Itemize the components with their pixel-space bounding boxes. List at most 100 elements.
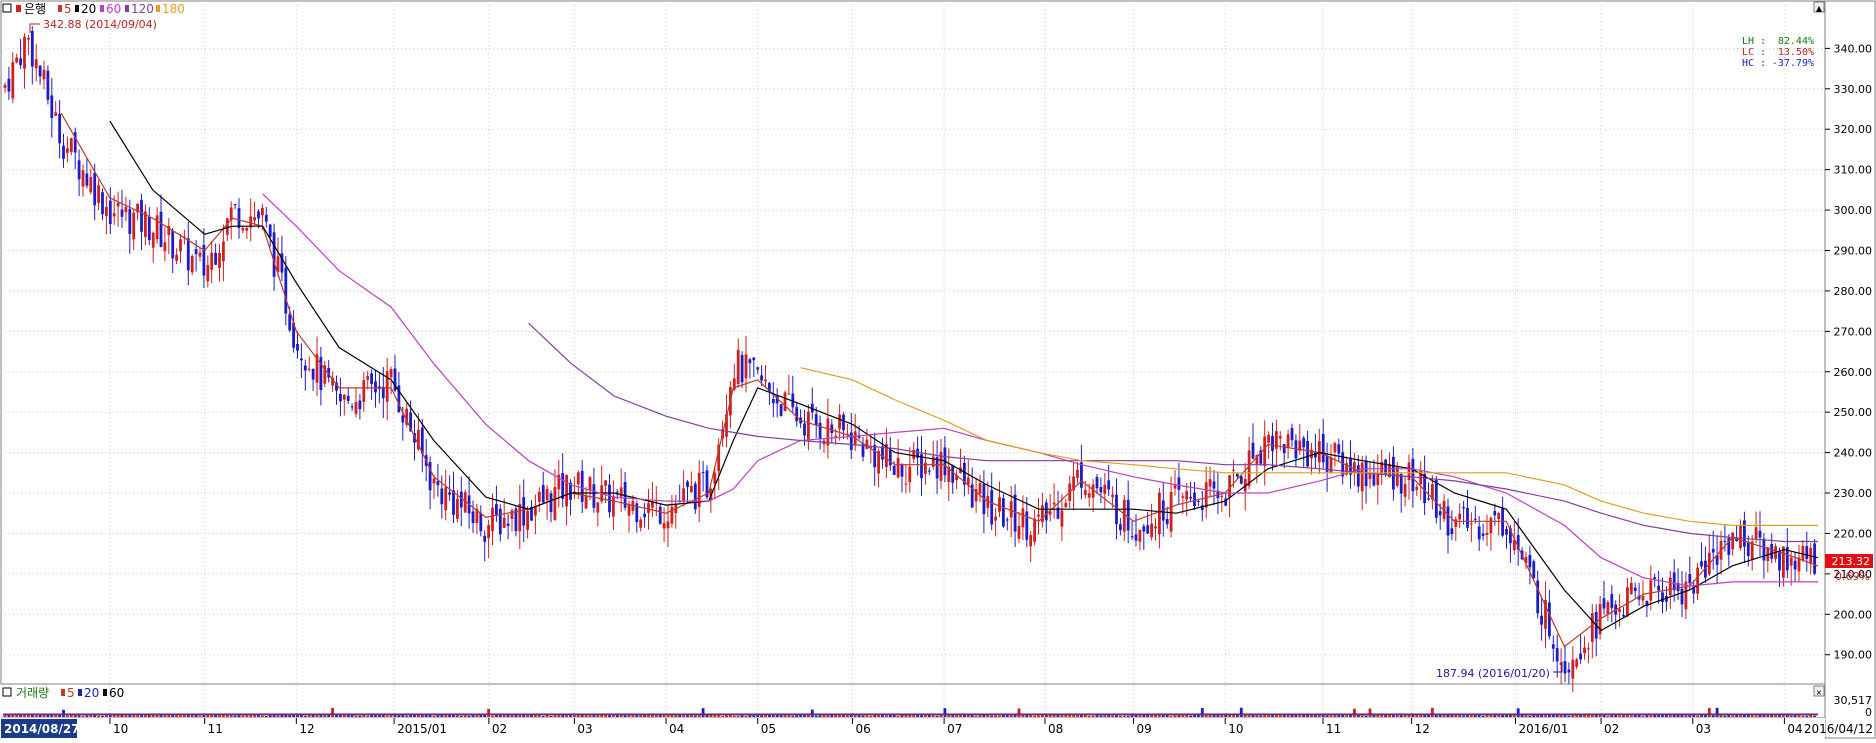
candle-body [908,466,912,483]
candle-body [838,414,841,429]
volume-bar [1122,715,1126,717]
volume-legend-toggle[interactable] [2,687,12,697]
volume-legend[interactable]: 거래량 5 20 60 [2,686,124,700]
grid-lines [1,1,1825,718]
volume-bar [549,715,553,717]
volume-bar [1025,715,1029,717]
candle-body [366,375,370,380]
candle-body [1782,546,1785,578]
candle-body [1770,543,1774,559]
candle-body [58,114,61,144]
candle-body [362,380,366,402]
volume-bar [264,715,268,717]
x-tick-label: 02 [1604,722,1619,736]
y-tick-label: 240.00 [1834,447,1873,460]
y-tick-label: 280.00 [1834,285,1873,298]
candle-body [210,252,214,270]
candle-body [1633,587,1637,592]
volume-bar [1649,715,1653,717]
candle-body [1548,602,1551,637]
candle-body [596,502,600,513]
candle-body [639,519,643,528]
volume-bar [1044,715,1048,717]
x-tick-label: 2016/01 [1519,722,1569,736]
candle-body [1333,443,1337,453]
candle-body [1076,469,1079,478]
candle-body [647,503,650,513]
candle-body [1731,532,1735,550]
candle-body [1204,482,1208,508]
candle-body [1083,490,1087,495]
candle-body [120,209,124,217]
x-tick-label: 09 [1137,722,1152,736]
candle-body [1657,585,1660,591]
volume-bar [303,715,307,717]
legend-toggle-box[interactable] [2,3,12,13]
volume-bar [1091,715,1095,717]
volume-bar [931,715,935,717]
candle-body [830,424,834,434]
candle-body [1395,467,1399,486]
candle-body [643,513,646,518]
candle-body [1021,508,1025,528]
volume-bar [1345,715,1348,717]
candle-body [370,373,373,384]
price-legend[interactable]: 은행 5 20 60 120 180 [2,1,185,16]
x-tick-label: 11 [1326,722,1341,736]
candle-body [545,488,549,501]
x-tick-label: 10 [1228,722,1243,736]
candle-body [670,506,674,524]
volume-bar [541,715,545,717]
candle-body [34,59,38,69]
ma120-swatch-icon [125,5,129,12]
volume-bar [1080,715,1083,717]
candle-body [1497,513,1501,520]
candle-body [1158,492,1161,535]
x-tick-label: 04 [1787,722,1802,736]
volume-bar [101,715,104,717]
candle-body [682,488,685,502]
candle-body [1739,525,1742,549]
candle-body [994,516,997,521]
candle-body [752,357,756,361]
candle-body [627,504,631,516]
volume-bar [459,715,463,717]
candle-body [1099,487,1103,493]
candle-body [272,232,276,277]
stock-chart[interactable]: 190.00200.00210.00220.00230.00240.00250.… [0,0,1876,739]
candle-body [756,367,760,370]
candle-body [30,30,34,67]
volume-bar [1325,715,1329,717]
candle-body [1723,540,1727,542]
candle-body [1532,561,1536,579]
volume-bar [409,715,412,717]
candle-body [1700,561,1703,567]
candle-body [1271,435,1274,452]
volume-bar [1618,715,1621,717]
candle-body [1029,535,1033,547]
scroll-widgets[interactable]: ▲ × [1813,1,1825,697]
volume-bar [693,715,697,717]
candle-body [1567,669,1571,673]
volume-bar [752,715,756,717]
volume-bar [1243,715,1247,717]
volume-bar [1239,707,1243,717]
volume-bar [1353,708,1356,717]
candle-body [842,414,845,431]
volume-bar [73,715,77,717]
candle-body [1528,554,1532,568]
candle-body [693,483,697,510]
candle-body [713,472,717,484]
candle-body [1220,495,1224,497]
candle-body [1626,587,1629,617]
volume-bar [1087,715,1091,717]
candle-body [604,480,607,486]
candle-body [350,406,354,408]
candle-body [951,465,955,483]
candle-body [1126,499,1130,531]
x-tick-label: 10 [113,722,128,736]
candle-body [358,400,362,410]
candle-body [253,217,256,221]
candle-body [748,359,752,364]
volume-bar [701,708,705,717]
